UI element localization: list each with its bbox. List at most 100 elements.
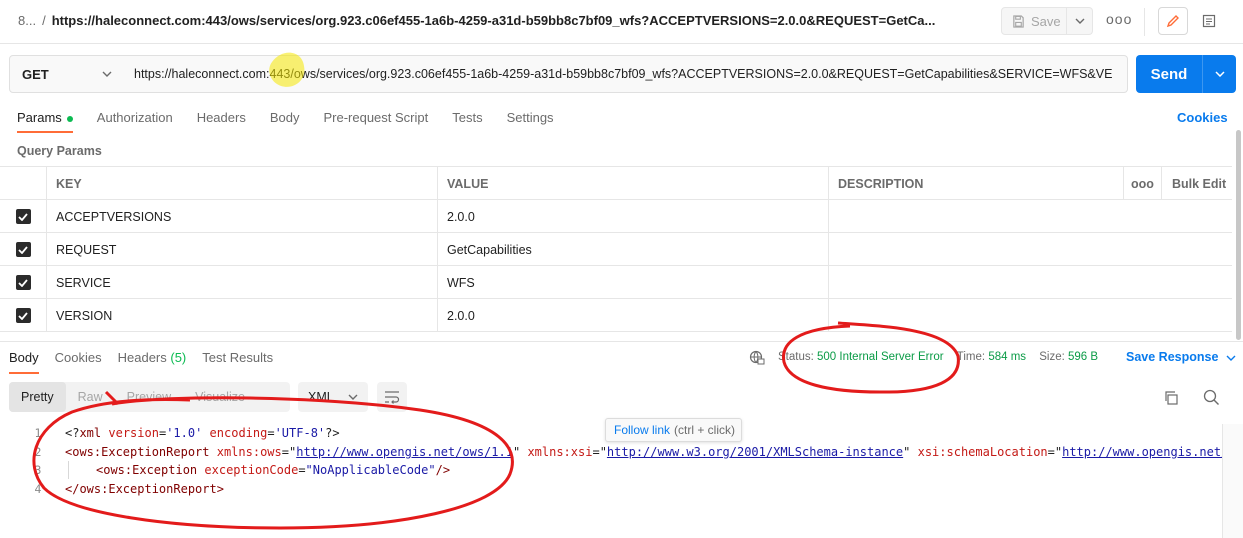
query-params-title: Query Params	[17, 144, 102, 158]
response-view-selector: Pretty Raw Preview Visualize	[9, 382, 290, 412]
chevron-down-icon	[1075, 18, 1084, 24]
method-select[interactable]: GET	[9, 55, 125, 93]
param-value[interactable]: 2.0.0	[437, 200, 828, 233]
param-checkbox[interactable]	[15, 242, 31, 257]
tab-params[interactable]: Params	[17, 110, 73, 133]
chevron-down-icon	[348, 394, 358, 400]
view-raw[interactable]: Raw	[66, 382, 115, 412]
breadcrumb-collection[interactable]: 8...	[18, 13, 36, 28]
time-value[interactable]: 584 ms	[988, 351, 1026, 363]
tab-body[interactable]: Body	[270, 110, 300, 133]
bulk-edit-button[interactable]: Bulk Edit	[1161, 167, 1232, 200]
save-icon	[1013, 14, 1024, 28]
param-checkbox-cell	[0, 200, 46, 233]
param-description[interactable]	[828, 266, 1123, 299]
format-select[interactable]: XML	[298, 382, 368, 412]
header-description: DESCRIPTION	[828, 167, 1123, 200]
line-number: 3	[34, 463, 42, 478]
param-checkbox-cell	[0, 233, 46, 266]
wrap-lines-button[interactable]	[377, 382, 407, 412]
headers-label: Headers	[117, 350, 167, 365]
chevron-down-icon	[1214, 71, 1225, 77]
line-number: 2	[34, 444, 42, 459]
param-checkbox[interactable]	[15, 209, 31, 224]
request-tabs: Params Authorization Headers Body Pre-re…	[17, 110, 554, 133]
tab-authorization[interactable]: Authorization	[97, 110, 173, 133]
tab-response-cookies[interactable]: Cookies	[55, 350, 102, 374]
title-divider	[1144, 8, 1145, 36]
tab-tests[interactable]: Tests	[452, 110, 482, 133]
param-description[interactable]	[828, 299, 1123, 332]
view-preview[interactable]: Preview	[115, 382, 183, 412]
check-icon	[18, 311, 28, 320]
editor-scrollbar[interactable]	[1222, 424, 1243, 538]
network-globe-icon[interactable]	[749, 350, 765, 369]
params-scrollbar[interactable]	[1236, 130, 1241, 340]
send-options-button[interactable]	[1202, 55, 1236, 93]
code-link[interactable]: http://www.opengis.net/ows/1.1	[1062, 445, 1222, 459]
send-button[interactable]: Send	[1136, 55, 1202, 93]
table-row: REQUEST GetCapabilities	[0, 233, 1232, 266]
code-line: 3 <ows:Exception exceptionCode="NoApplic…	[0, 461, 1222, 480]
url-path: /ows/services/org.923.c06ef455-1a6b-4259…	[290, 67, 1113, 81]
search-icon[interactable]	[1203, 389, 1220, 409]
breadcrumb-separator: /	[42, 13, 46, 28]
tooltip-hint: (ctrl + click)	[674, 423, 736, 437]
response-meta: Status: 500 Internal Server Error Time: …	[778, 351, 1098, 363]
url-input[interactable]: https://haleconnect.com:443/ows/services…	[124, 55, 1128, 93]
tab-response-headers[interactable]: Headers (5)	[118, 350, 187, 374]
view-visualize[interactable]: Visualize	[183, 382, 257, 412]
wrap-icon	[385, 391, 400, 404]
code-line: 4 </ows:ExceptionReport>	[0, 480, 1222, 499]
size-label: Size:	[1039, 351, 1065, 363]
param-checkbox-cell	[0, 299, 46, 332]
param-value[interactable]: 2.0.0	[437, 299, 828, 332]
param-value[interactable]: WFS	[437, 266, 828, 299]
tab-test-results[interactable]: Test Results	[202, 350, 273, 374]
param-description[interactable]	[828, 200, 1123, 233]
table-row: VERSION 2.0.0	[0, 299, 1232, 332]
param-key[interactable]: VERSION	[46, 299, 437, 332]
code-link[interactable]: http://www.w3.org/2001/XMLSchema-instanc…	[607, 445, 903, 459]
param-key[interactable]: REQUEST	[46, 233, 437, 266]
param-description[interactable]	[828, 233, 1123, 266]
param-checkbox[interactable]	[15, 308, 31, 323]
response-divider[interactable]	[0, 341, 1243, 342]
param-checkbox[interactable]	[15, 275, 31, 290]
cookies-link[interactable]: Cookies	[1177, 110, 1228, 125]
check-icon	[18, 245, 28, 254]
param-key[interactable]: SERVICE	[46, 266, 437, 299]
save-label: Save	[1031, 13, 1061, 29]
code-link[interactable]: http://www.opengis.net/ows/1.1	[296, 445, 513, 459]
chevron-down-icon	[102, 71, 112, 77]
edit-button[interactable]	[1158, 7, 1188, 35]
view-pretty[interactable]: Pretty	[9, 382, 66, 412]
code-line: 2 <ows:ExceptionReport xmlns:ows="http:/…	[0, 443, 1222, 462]
more-actions-button[interactable]: ooo	[1106, 11, 1132, 27]
status-badge[interactable]: 500 Internal Server Error	[817, 351, 944, 363]
param-value[interactable]: GetCapabilities	[437, 233, 828, 266]
save-button[interactable]: Save	[1001, 7, 1067, 35]
tab-settings[interactable]: Settings	[507, 110, 554, 133]
line-number: 1	[34, 426, 42, 441]
tab-response-body[interactable]: Body	[9, 350, 39, 374]
params-header-row: KEY VALUE DESCRIPTION ooo Bulk Edit	[0, 167, 1232, 200]
save-options-button[interactable]	[1067, 7, 1093, 35]
copy-icon[interactable]	[1163, 390, 1179, 409]
param-key[interactable]: ACCEPTVERSIONS	[46, 200, 437, 233]
header-value: VALUE	[437, 167, 828, 200]
tooltip-link-text: Follow link	[614, 423, 671, 437]
header-key: KEY	[46, 167, 437, 200]
code-text: <?xml version='1.0' encoding='UTF-8'?>	[65, 426, 340, 441]
column-options-button[interactable]: ooo	[1123, 167, 1161, 200]
documentation-button[interactable]	[1194, 7, 1224, 35]
request-name[interactable]: https://haleconnect.com:443/ows/services…	[52, 13, 936, 28]
size-value[interactable]: 596 B	[1068, 351, 1098, 363]
breadcrumb: 8... / https://haleconnect.com:443/ows/ser…	[18, 13, 935, 28]
code-text: <ows:Exception exceptionCode="NoApplicab…	[96, 463, 451, 478]
tab-pre-request-script[interactable]: Pre-request Script	[323, 110, 428, 133]
check-icon	[18, 278, 28, 287]
tab-headers[interactable]: Headers	[197, 110, 246, 133]
save-response-button[interactable]: Save Response	[1126, 350, 1236, 364]
code-text: <ows:ExceptionReport xmlns:ows="http://w…	[65, 445, 1222, 459]
